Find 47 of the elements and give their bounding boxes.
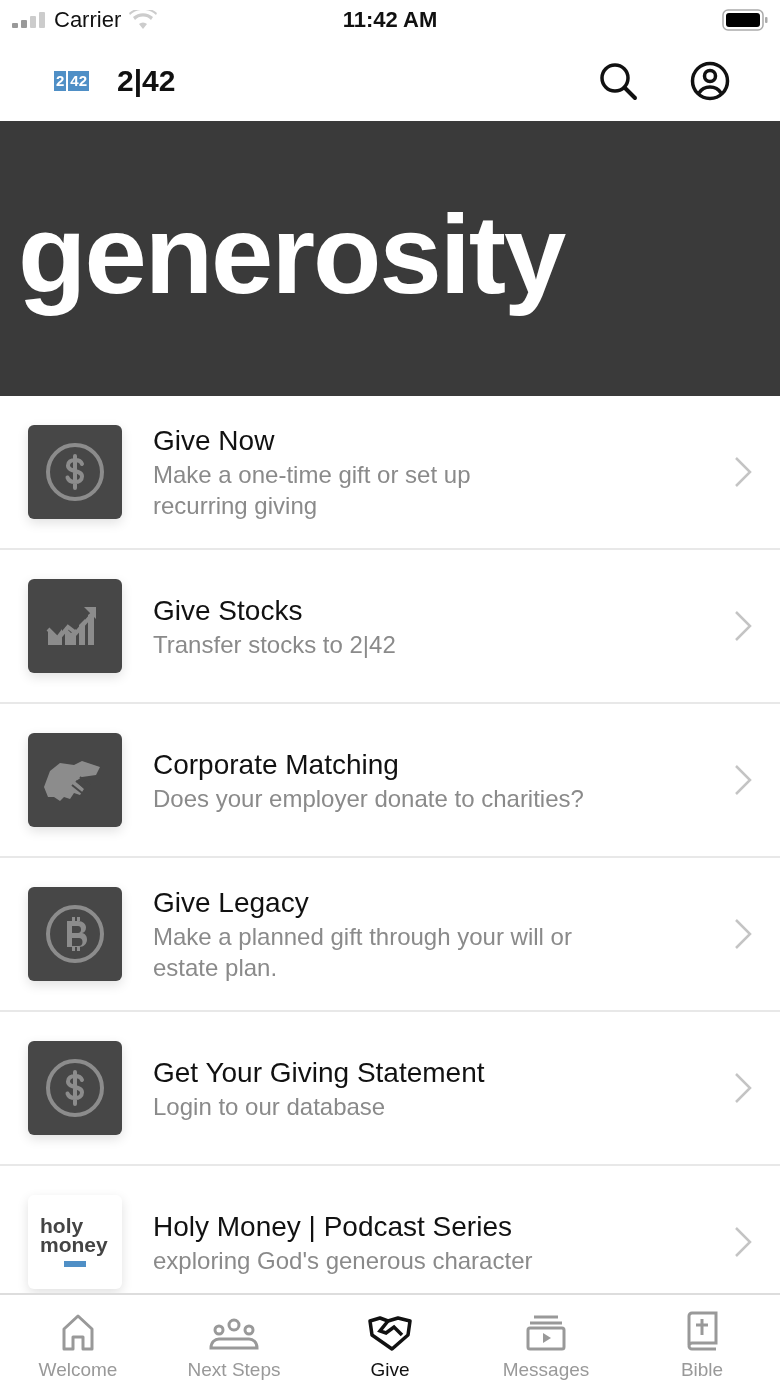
battery-icon — [722, 9, 768, 31]
signal-icon — [12, 12, 46, 28]
item-subtitle: Make a planned gift through your will or estate plan. — [153, 922, 573, 983]
chevron-icon — [734, 1072, 752, 1104]
profile-button[interactable] — [690, 60, 730, 101]
list-item[interactable]: Give Stocks Transfer stocks to 2|42 — [0, 550, 780, 704]
item-title: Corporate Matching — [153, 747, 400, 782]
chevron-icon — [734, 456, 752, 488]
list-item[interactable]: Corporate Matching Does your employer donate to charities? — [0, 704, 780, 858]
logo-mark: 2 — [54, 70, 67, 91]
item-title: Give Legacy — [153, 886, 310, 920]
chevron-icon — [734, 610, 752, 642]
list-item[interactable]: Give Legacy Make a planned gift through your will or estate plan. — [0, 858, 780, 1012]
bitcoin-coin-icon — [44, 903, 106, 965]
item-title: Give Stocks — [153, 593, 304, 628]
item-subtitle: exploring God's generous character — [153, 1245, 534, 1276]
chevron-icon — [734, 764, 752, 796]
dollar-coin-icon — [44, 441, 106, 503]
list-item[interactable]: holy money Holy Money | Podcast Series exploring God's generous character — [0, 1166, 780, 1293]
chevron-icon — [734, 918, 752, 950]
dollar-coin-icon — [44, 1057, 106, 1119]
home-icon — [60, 1313, 96, 1351]
people-icon — [209, 1317, 259, 1351]
banner-title: generosity — [18, 190, 565, 319]
wifi-icon — [129, 10, 158, 30]
list-item[interactable]: Get Your Giving Statement Login to our database — [0, 1012, 780, 1166]
item-title: Get Your Giving Statement — [153, 1055, 486, 1090]
user-icon — [690, 60, 730, 101]
app-title: 2|42 — [117, 63, 177, 98]
item-title: Give Now — [153, 424, 276, 458]
chevron-icon — [734, 1226, 752, 1258]
cover-logo — [64, 1260, 86, 1267]
bible-icon — [685, 1311, 719, 1351]
list-item[interactable]: Give Now Make a one-time gift or set up recurring giving — [0, 396, 780, 550]
item-subtitle: Login to our database — [153, 1091, 387, 1122]
logo-mark: 42 — [68, 70, 90, 91]
item-subtitle: Make a one-time gift or set up recurring giving — [153, 460, 472, 521]
search-button[interactable] — [598, 60, 638, 101]
tab-item[interactable]: Give — [312, 1295, 468, 1387]
item-subtitle: Transfer stocks to 2|42 — [153, 629, 397, 660]
clock-time: 11:42 AM — [342, 7, 438, 33]
item-title: Holy Money | Podcast Series — [153, 1209, 513, 1244]
video-stack-icon — [526, 1315, 566, 1351]
search-icon — [598, 60, 638, 101]
cover-title: holy money — [40, 1217, 109, 1255]
carrier-name: Carrier — [54, 7, 122, 33]
item-subtitle: Does your employer donate to charities? — [153, 783, 585, 814]
